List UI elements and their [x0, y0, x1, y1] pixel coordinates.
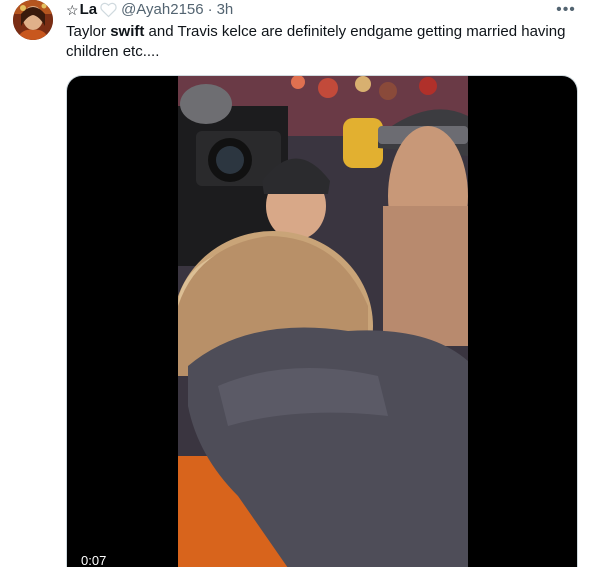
avatar-image — [13, 0, 53, 40]
tweet-text: Taylor swift and Travis kelce are defini… — [66, 22, 581, 62]
more-options-button[interactable]: ••• — [554, 0, 578, 20]
video-player[interactable]: 0:07 — [66, 75, 578, 567]
separator-dot: · — [207, 1, 213, 18]
timestamp-link[interactable]: 3h — [217, 1, 234, 19]
video-timestamp: 0:07 — [81, 553, 107, 567]
video-still-image — [178, 76, 468, 567]
user-handle[interactable]: @Ayah2156 — [121, 1, 204, 19]
avatar[interactable] — [13, 0, 53, 40]
more-icon: ••• — [556, 1, 576, 18]
heart-icon — [100, 2, 117, 18]
tweet[interactable]: ☆ La @Ayah2156 · 3h ••• Taylor swift and… — [0, 0, 592, 567]
display-name[interactable]: La — [80, 1, 98, 19]
tweet-header: ☆ La @Ayah2156 · 3h — [66, 1, 233, 19]
video-frame[interactable] — [178, 76, 468, 567]
star-icon: ☆ — [66, 2, 79, 18]
tweet-text-part1: Taylor — [66, 23, 111, 40]
tweet-text-bold: swift — [110, 23, 145, 40]
